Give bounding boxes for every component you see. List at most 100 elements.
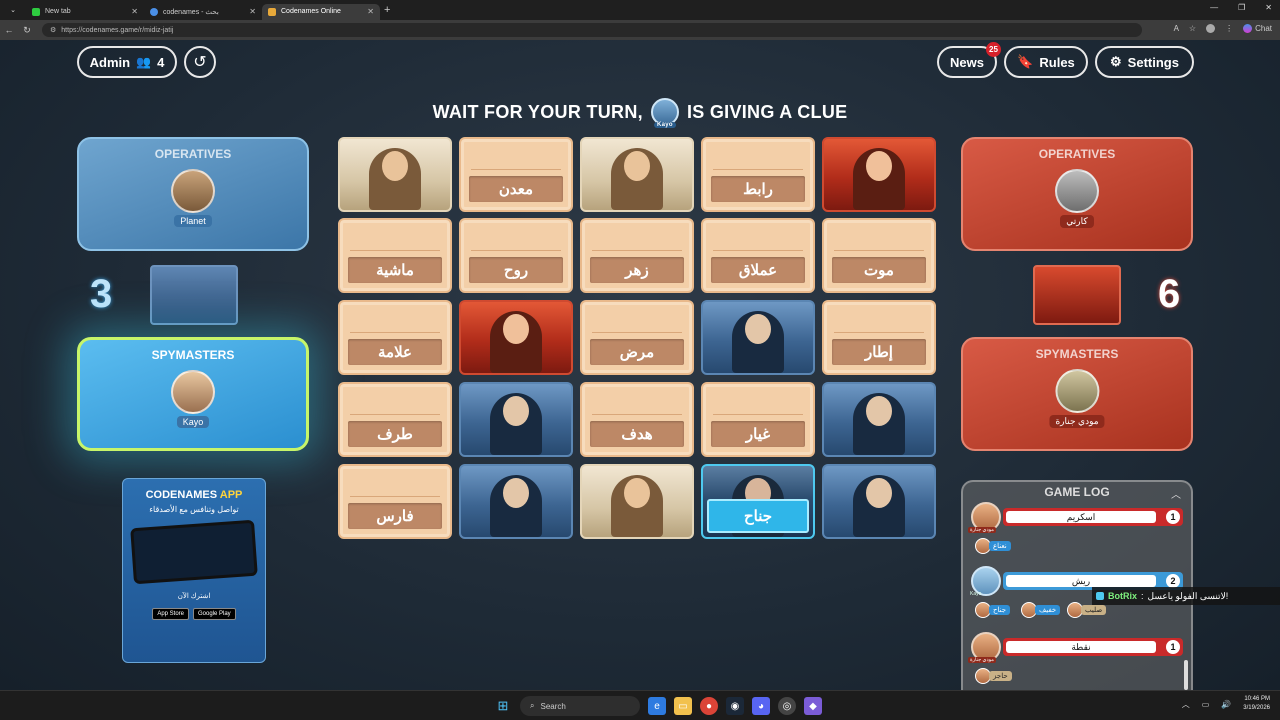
word-card[interactable]: هدف <box>580 382 694 457</box>
back-icon[interactable]: ← <box>0 25 18 35</box>
collapse-chevron-icon[interactable]: ︿ <box>1171 486 1181 501</box>
windows-start-icon[interactable]: ⊞ <box>494 697 512 715</box>
tab-search[interactable]: codenames - بحث ✕ <box>144 4 262 20</box>
bystander-card[interactable] <box>338 137 452 212</box>
bystander-card[interactable] <box>580 137 694 212</box>
player-moody[interactable]: مودي جنارة <box>1049 369 1105 428</box>
selected-card[interactable]: جناح <box>701 464 815 539</box>
card-divider <box>350 414 440 415</box>
agent-blue-card[interactable] <box>822 464 936 539</box>
game-log[interactable]: GAME LOG ︿ مودي جنارة اسكريم 1 نعناع Kay… <box>961 480 1193 690</box>
bystander-card[interactable] <box>580 464 694 539</box>
clue-number: 2 <box>1166 574 1180 588</box>
clue-number: 1 <box>1166 640 1180 654</box>
news-button[interactable]: News 25 <box>937 42 1001 78</box>
clock[interactable]: 10:46 PM 3/19/2026 <box>1243 695 1270 713</box>
rules-button[interactable]: 🔖 Rules <box>1004 46 1088 78</box>
word-card[interactable]: رابط <box>701 137 815 212</box>
word-card[interactable]: عملاق <box>701 218 815 293</box>
reload-icon[interactable]: ↻ <box>18 25 36 36</box>
undo-icon[interactable]: ↺ <box>184 46 216 78</box>
close-tab-icon[interactable]: ✕ <box>367 7 374 16</box>
menu-dots-icon[interactable]: ⋮ <box>1225 24 1233 33</box>
word-card[interactable]: مرض <box>580 300 694 375</box>
card-divider <box>713 169 803 170</box>
bookmark-star-icon[interactable]: ☆ <box>1189 24 1196 33</box>
steam-icon[interactable]: ◉ <box>726 697 744 715</box>
card-divider <box>834 332 924 333</box>
log-scrollbar[interactable] <box>1184 660 1188 690</box>
tablet-image <box>130 519 258 585</box>
agent-red-card[interactable] <box>822 137 936 212</box>
codenames-favicon <box>268 7 276 16</box>
chrome-icon[interactable]: ● <box>700 697 718 715</box>
card-word: طرف <box>348 421 442 447</box>
new-tab-icon[interactable]: + <box>384 4 390 16</box>
word-card[interactable]: إطار <box>822 300 936 375</box>
agent-blue-card[interactable] <box>701 300 815 375</box>
character-head <box>503 478 529 508</box>
chat-button[interactable]: Chat <box>1243 24 1272 33</box>
profile-icon[interactable] <box>1206 24 1216 33</box>
word-card[interactable]: موت <box>822 218 936 293</box>
word-card[interactable]: طرف <box>338 382 452 457</box>
card-divider <box>592 414 682 415</box>
translate-icon[interactable]: A <box>1174 24 1179 33</box>
windows-taskbar: ⊞ ⌕ Search e ▭ ● ◉ ◕ ◎ ◆ ︿ ▭ 🔊 10:46 PM … <box>0 690 1280 720</box>
botrix-overlay: BotRix : لاتنسى الفولو ياعسل! <box>1092 587 1280 605</box>
word-card[interactable]: روح <box>459 218 573 293</box>
close-tab-icon[interactable]: ✕ <box>131 7 138 16</box>
agent-blue-card[interactable] <box>459 382 573 457</box>
discord-icon[interactable]: ◕ <box>752 697 770 715</box>
close-tab-icon[interactable]: ✕ <box>249 7 256 16</box>
character-head <box>624 478 650 508</box>
card-divider <box>471 169 561 170</box>
clock-date: 3/19/2026 <box>1243 705 1270 711</box>
obs-icon[interactable]: ◎ <box>778 697 796 715</box>
word-card[interactable]: فارس <box>338 464 452 539</box>
word-card[interactable]: علامة <box>338 300 452 375</box>
app-store-badge[interactable]: App Store <box>152 608 189 620</box>
player-kayo[interactable]: Kayo <box>171 370 215 428</box>
card-divider <box>350 496 440 497</box>
ad-title-accent: APP <box>219 489 243 501</box>
taskbar-search[interactable]: ⌕ Search <box>520 696 640 716</box>
word-card[interactable]: ماشية <box>338 218 452 293</box>
agent-blue-card[interactable] <box>822 382 936 457</box>
clue-word: ريش <box>1006 575 1156 587</box>
volume-icon[interactable]: 🔊 <box>1221 700 1231 709</box>
card-divider <box>834 250 924 251</box>
tab-menu-icon[interactable]: ⌄ <box>0 6 26 14</box>
site-info-icon[interactable]: ⚙ <box>50 26 56 34</box>
minimize-icon[interactable]: — <box>1210 3 1218 12</box>
tab-codenames[interactable]: Codenames Online ✕ <box>262 3 380 20</box>
guess-word: حاجز <box>989 671 1012 681</box>
word-card[interactable]: معدن <box>459 137 573 212</box>
settings-button[interactable]: ⚙ Settings <box>1095 46 1194 78</box>
google-play-badge[interactable]: Google Play <box>193 608 236 620</box>
tab-new-tab[interactable]: New tab ✕ <box>26 4 144 20</box>
card-word: علامة <box>348 339 442 365</box>
close-window-icon[interactable]: ✕ <box>1265 3 1272 12</box>
card-word: عملاق <box>711 257 805 283</box>
network-icon[interactable]: ▭ <box>1202 700 1210 709</box>
guess-chip: حاجز <box>975 668 1012 684</box>
player-planet[interactable]: Planet <box>171 169 215 227</box>
word-card[interactable]: غيار <box>701 382 815 457</box>
app-icon[interactable]: ◆ <box>804 697 822 715</box>
player-karti[interactable]: كارتي <box>1055 169 1099 228</box>
codenames-app-ad[interactable]: CODENAMES APP تواصل وتنافس مع الأصدقاء ا… <box>122 478 266 663</box>
agent-blue-card[interactable] <box>459 464 573 539</box>
url-field[interactable]: ⚙ https://codenames.game/r/midiz-jatij <box>42 23 1142 37</box>
operatives-label: OPERATIVES <box>1038 147 1116 161</box>
admin-button[interactable]: Admin 👥 4 <box>77 46 177 78</box>
search-icon: ⌕ <box>530 701 535 710</box>
avatar <box>1055 169 1099 213</box>
word-card[interactable]: زهر <box>580 218 694 293</box>
red-score: 6 <box>1158 272 1181 316</box>
tray-chevron-icon[interactable]: ︿ <box>1182 699 1190 710</box>
file-explorer-icon[interactable]: ▭ <box>674 697 692 715</box>
restore-icon[interactable]: ❐ <box>1238 3 1245 12</box>
agent-red-card[interactable] <box>459 300 573 375</box>
edge-icon[interactable]: e <box>648 697 666 715</box>
